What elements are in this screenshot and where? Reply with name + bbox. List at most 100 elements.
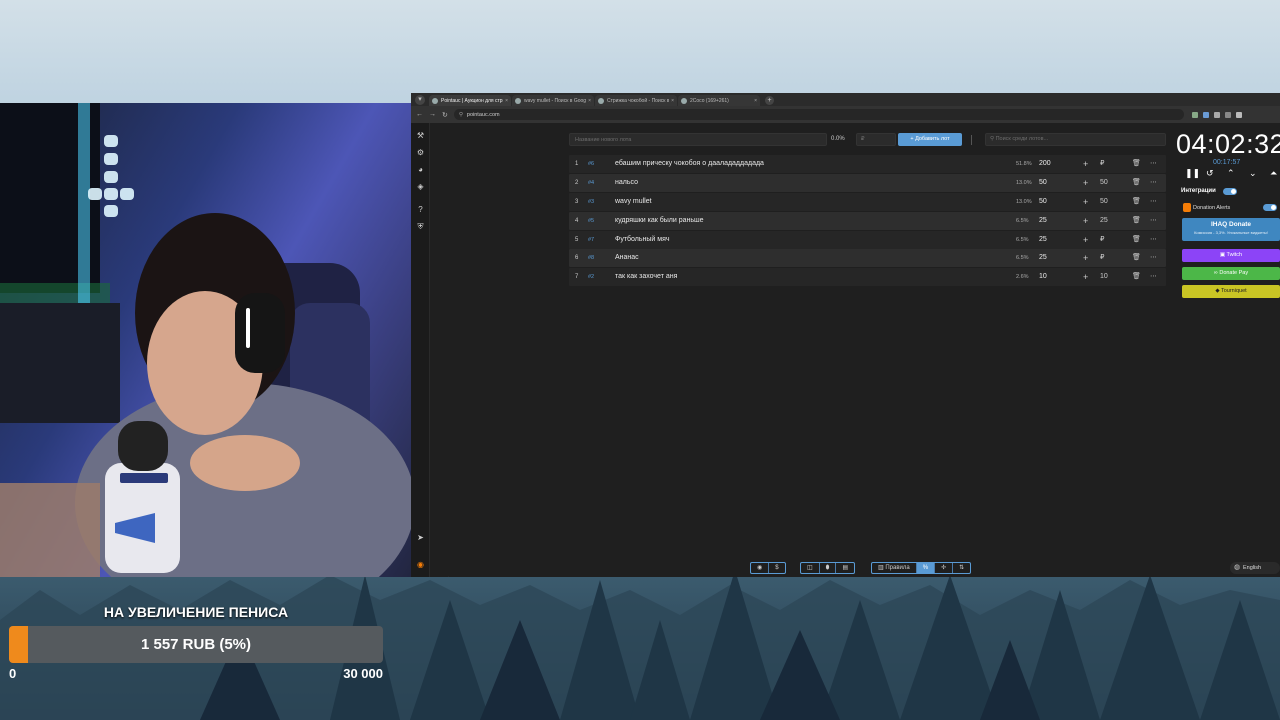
help-icon[interactable]: ? <box>416 205 425 214</box>
tourniquet-button[interactable]: ◆ Tourniquet <box>1182 285 1280 298</box>
tab-2coco[interactable]: 2Сосо (169+261) × <box>678 95 760 106</box>
drop-view-icon[interactable]: ⬮ <box>820 563 837 573</box>
lot-add-amount[interactable]: ₽ <box>1100 249 1104 267</box>
close-tab-icon[interactable]: × <box>671 98 674 104</box>
lot-name[interactable]: ебашим прическу чокобоя о даалададдадада <box>615 155 764 173</box>
trash-icon[interactable]: 🗑 <box>1132 155 1141 173</box>
donatepay-button[interactable]: ∞ Donate Pay <box>1182 267 1280 280</box>
more-icon[interactable]: ⋯ <box>1150 174 1157 192</box>
gavel-icon[interactable]: ⚒ <box>416 131 425 140</box>
chevron-up-icon[interactable]: ⌃ <box>1227 168 1235 179</box>
more-icon[interactable]: ⋯ <box>1150 193 1157 211</box>
trash-icon[interactable]: 🗑 <box>1132 212 1141 230</box>
more-icon[interactable]: ⋯ <box>1150 268 1157 286</box>
trash-icon[interactable]: 🗑 <box>1132 231 1141 249</box>
donation-alerts-toggle[interactable] <box>1263 204 1277 211</box>
lot-id[interactable]: #7 <box>588 231 594 249</box>
language-selector[interactable]: English <box>1230 562 1280 574</box>
trash-icon[interactable]: 🗑 <box>1132 268 1141 286</box>
lot-id[interactable]: #5 <box>588 212 594 230</box>
lot-id[interactable]: #3 <box>588 193 594 211</box>
more-icon[interactable]: ⋯ <box>1150 212 1157 230</box>
sort-icon[interactable]: ⇅ <box>953 563 970 573</box>
lot-amount[interactable]: 10 <box>1039 268 1047 286</box>
dollar-icon[interactable]: $ <box>769 563 784 573</box>
site-info-icon[interactable]: ⚲ <box>459 112 463 118</box>
chevron-down-icon[interactable]: ⌄ <box>1249 168 1257 179</box>
back-icon[interactable]: ← <box>416 111 423 118</box>
lot-amount[interactable]: 25 <box>1039 212 1047 230</box>
lot-search-input[interactable]: ⚲ Поиск среди лотов... <box>985 133 1166 146</box>
telegram-icon[interactable]: ➤ <box>416 533 425 542</box>
shield-icon[interactable]: ⛨ <box>416 222 425 231</box>
layers-icon[interactable]: ◈ <box>416 182 425 191</box>
extension-icon[interactable] <box>1191 111 1198 118</box>
new-tab-button[interactable]: + <box>765 96 774 105</box>
twitch-button[interactable]: ▣ Twitch <box>1182 249 1280 262</box>
lot-row[interactable]: 1 #6 ебашим прическу чокобоя о даалададд… <box>569 155 1166 173</box>
more-icon[interactable]: ⋯ <box>1150 155 1157 173</box>
lot-add-amount[interactable]: 10 <box>1100 268 1108 286</box>
extension-icon[interactable] <box>1202 111 1209 118</box>
extension-icon[interactable] <box>1235 111 1242 118</box>
close-tab-icon[interactable]: × <box>588 98 591 104</box>
github-icon[interactable]: ◉ <box>751 563 770 573</box>
tab-google-wavy-mullet[interactable]: wavy mullet - Поиск в Google × <box>512 95 594 106</box>
lot-name[interactable]: кудряшки как были раньше <box>615 212 704 230</box>
rules-button[interactable]: ▥ Правила <box>872 563 917 573</box>
double-chevron-up-icon[interactable]: ⏶ <box>1270 168 1277 179</box>
lot-id[interactable]: #6 <box>588 155 594 173</box>
pause-icon[interactable]: ❚❚ <box>1185 168 1200 179</box>
close-tab-icon[interactable]: × <box>505 98 508 104</box>
gear-icon[interactable]: ⚙ <box>416 148 425 157</box>
lot-amount[interactable]: 50 <box>1039 193 1047 211</box>
lot-id[interactable]: #8 <box>588 249 594 267</box>
lot-id[interactable]: #4 <box>588 174 594 192</box>
new-lot-name-input[interactable]: Название нового лота <box>569 133 827 146</box>
reset-icon[interactable]: ↺ <box>1206 168 1214 179</box>
lot-amount[interactable]: 25 <box>1039 231 1047 249</box>
percent-toggle-icon[interactable]: % <box>916 563 936 573</box>
reload-icon[interactable]: ↻ <box>442 111 448 119</box>
lot-amount[interactable]: 50 <box>1039 174 1047 192</box>
lot-add-amount[interactable]: 25 <box>1100 212 1108 230</box>
lot-row[interactable]: 3 #3 wavy mullet 13.0% 50 + 50 🗑 ⋯ <box>569 192 1166 211</box>
lot-add-amount[interactable]: ₽ <box>1100 155 1104 173</box>
wheel-view-icon[interactable]: ◫ <box>801 563 820 573</box>
lot-amount[interactable]: 25 <box>1039 249 1047 267</box>
forward-icon[interactable]: → <box>429 111 436 118</box>
plus-icon[interactable]: + <box>1083 193 1088 211</box>
tab-menu-icon[interactable]: ▾ <box>415 95 425 105</box>
lot-name[interactable]: нальсо <box>615 174 638 192</box>
plus-icon[interactable]: + <box>1083 155 1088 173</box>
lot-row[interactable]: 5 #7 Футбольный мяч 6.5% 25 + ₽ 🗑 ⋯ <box>569 230 1166 249</box>
extension-icon[interactable] <box>1224 111 1231 118</box>
ihaq-donate-button[interactable]: IHAQ Donate Комиссия - 3,3%. Уникальные … <box>1182 218 1280 241</box>
more-icon[interactable]: ⋯ <box>1150 249 1157 267</box>
close-tab-icon[interactable]: × <box>754 98 757 104</box>
extension-icon[interactable] <box>1213 111 1220 118</box>
tab-google-chocoboy[interactable]: Стрижка чокобой - Поиск в Google × <box>595 95 677 106</box>
lot-add-amount[interactable]: 50 <box>1100 174 1108 192</box>
lot-id[interactable]: #2 <box>588 268 594 286</box>
url-field[interactable]: ⚲ pointauc.com <box>453 109 1184 120</box>
add-lot-button[interactable]: + Добавить лот <box>898 133 962 146</box>
cross-icon[interactable]: ✢ <box>935 563 954 573</box>
trash-icon[interactable]: 🗑 <box>1132 174 1141 192</box>
lot-row[interactable]: 4 #5 кудряшки как были раньше 6.5% 25 + … <box>569 211 1166 230</box>
trash-icon[interactable]: 🗑 <box>1132 193 1141 211</box>
lot-row[interactable]: 7 #2 так как захочет аня 2.6% 10 + 10 🗑 … <box>569 268 1166 287</box>
lot-name[interactable]: wavy mullet <box>615 193 652 211</box>
plus-icon[interactable]: + <box>1083 249 1088 267</box>
lot-add-amount[interactable]: ₽ <box>1100 231 1104 249</box>
donation-icon[interactable]: ◉ <box>416 560 425 569</box>
lot-add-amount[interactable]: 50 <box>1100 193 1108 211</box>
lot-name[interactable]: так как захочет аня <box>615 268 677 286</box>
visibility-icon[interactable]: ◎ <box>444 575 453 577</box>
trash-icon[interactable]: 🗑 <box>1132 249 1141 267</box>
plus-icon[interactable]: + <box>1083 174 1088 192</box>
lot-name[interactable]: Футбольный мяч <box>615 231 670 249</box>
tab-pointauc[interactable]: Pointauc | Аукцион для стримеров × <box>429 95 511 106</box>
wheel-icon[interactable]: ◕ <box>416 165 425 174</box>
more-icon[interactable]: ⋯ <box>1150 231 1157 249</box>
